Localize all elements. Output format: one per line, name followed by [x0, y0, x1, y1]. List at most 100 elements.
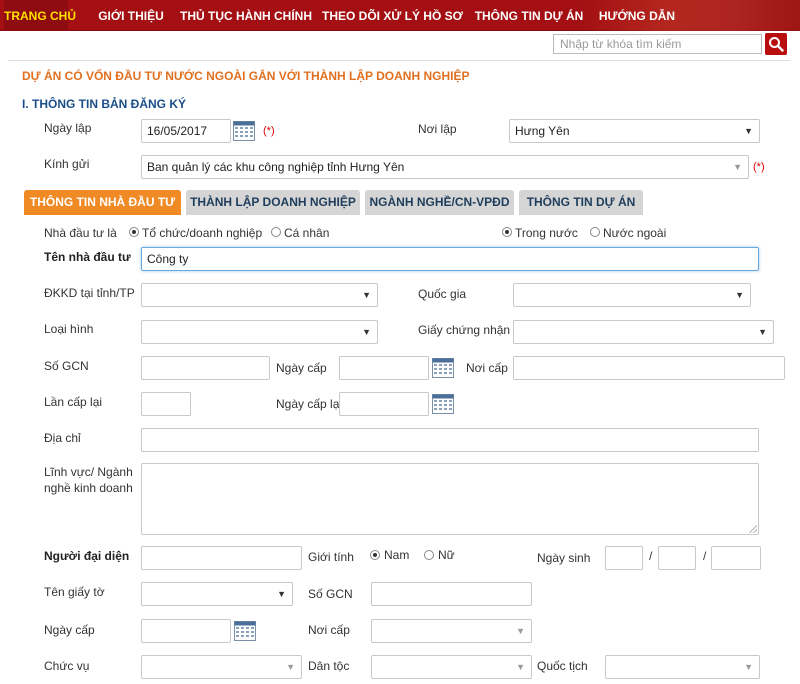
investor-name-input[interactable]: Công ty — [141, 247, 759, 271]
doc-no-input[interactable] — [371, 582, 532, 606]
business-field-textarea[interactable] — [141, 463, 759, 535]
search-input[interactable]: Nhập từ khóa tìm kiếm — [553, 34, 762, 54]
issue-place-input[interactable] — [513, 356, 785, 380]
province-select[interactable]: ▼ — [141, 283, 378, 307]
nav-item-tracking[interactable]: THEO DÕI XỬ LÝ HỒ SƠ — [322, 0, 463, 31]
radio-foreign-label: Nước ngoài — [603, 226, 667, 240]
representative-input[interactable] — [141, 546, 302, 570]
chevron-down-icon: ▼ — [733, 162, 742, 172]
reissue-date-input[interactable] — [339, 392, 429, 416]
section-title: I. THÔNG TIN BẢN ĐĂNG KÝ — [22, 97, 186, 111]
calendar-icon[interactable] — [432, 358, 454, 378]
business-field-label-line2: nghề kinh doanh — [44, 481, 133, 495]
radio-male[interactable] — [370, 550, 380, 560]
position-select[interactable]: ▼ — [141, 655, 302, 679]
dob-month-input[interactable] — [658, 546, 696, 570]
dob-label: Ngày sinh — [537, 551, 591, 565]
nav-item-projects[interactable]: THÔNG TIN DỰ ÁN — [474, 0, 584, 31]
nationality-select[interactable]: ▼ — [605, 655, 760, 679]
issue-date-label: Ngày cấp — [276, 361, 327, 375]
province-label: ĐKKD tại tỉnh/TP — [44, 286, 135, 300]
reissue-date-label: Ngày cấp lại — [276, 397, 343, 411]
investor-name-label: Tên nhà đầu tư — [44, 250, 131, 264]
recipient-label: Kính gửi — [44, 157, 90, 171]
radio-female[interactable] — [424, 550, 434, 560]
dob-year-input[interactable] — [711, 546, 761, 570]
business-field-label-line1: Lĩnh vực/ Ngành — [44, 465, 133, 479]
position-label: Chức vụ — [44, 659, 90, 673]
tab-company-establishment[interactable]: THÀNH LẬP DOANH NGHIỆP — [186, 190, 360, 215]
search-icon — [769, 37, 784, 52]
calendar-icon[interactable] — [432, 394, 454, 414]
nav-item-guide[interactable]: HƯỚNG DẪN — [596, 0, 678, 31]
business-type-label: Loại hình — [44, 322, 94, 336]
radio-organization-label: Tổ chức/doanh nghiệp — [142, 226, 263, 240]
country-select[interactable]: ▼ — [513, 283, 751, 307]
required-mark: (*) — [753, 161, 765, 173]
representative-label: Người đại diện — [44, 549, 130, 563]
rep-issue-date-label: Ngày cấp — [44, 623, 95, 637]
dob-day-input[interactable] — [605, 546, 643, 570]
chevron-down-icon: ▼ — [758, 327, 767, 337]
gender-label: Giới tính — [308, 550, 354, 564]
chevron-down-icon: ▼ — [362, 290, 371, 300]
certificate-label: Giấy chứng nhận — [418, 323, 511, 337]
place-select[interactable]: Hưng Yên ▼ — [509, 119, 760, 143]
tab-project-info[interactable]: THÔNG TIN DỰ ÁN — [519, 190, 643, 215]
nav-item-about[interactable]: GIỚI THIỆU — [88, 0, 174, 31]
radio-domestic[interactable] — [502, 227, 512, 237]
tab-investor-info[interactable]: THÔNG TIN NHÀ ĐẦU TƯ — [24, 190, 181, 215]
certificate-select[interactable]: ▼ — [513, 320, 774, 344]
radio-female-label: Nữ — [438, 548, 455, 562]
search-button[interactable] — [765, 33, 787, 55]
ethnicity-select[interactable]: ▼ — [371, 655, 532, 679]
recipient-value: Ban quản lý các khu công nghiệp tỉnh Hưn… — [147, 160, 405, 174]
chevron-down-icon: ▼ — [744, 662, 753, 672]
country-label: Quốc gia — [418, 287, 467, 301]
cert-no-input[interactable] — [141, 356, 270, 380]
top-nav: TRANG CHỦ GIỚI THIỆU THỦ TỤC HÀNH CHÍNH … — [0, 0, 800, 31]
reissue-label: Lần cấp lại — [44, 395, 103, 409]
tab-business-lines[interactable]: NGÀNH NGHỀ/CN-VPĐD — [365, 190, 514, 215]
ethnicity-label: Dân tộc — [308, 659, 350, 673]
date-label: Ngày lập — [44, 121, 92, 135]
resize-handle-icon[interactable] — [749, 525, 757, 533]
date-separator: / — [703, 549, 707, 563]
issue-date-input[interactable] — [339, 356, 429, 380]
calendar-icon[interactable] — [233, 121, 255, 141]
doc-no-label: Số GCN — [308, 587, 353, 601]
doc-name-label: Tên giấy tờ — [44, 585, 105, 599]
address-input[interactable] — [141, 428, 759, 452]
chevron-down-icon: ▼ — [277, 589, 286, 599]
nav-item-home[interactable]: TRANG CHỦ — [4, 0, 76, 31]
chevron-down-icon: ▼ — [286, 662, 295, 672]
recipient-select[interactable]: Ban quản lý các khu công nghiệp tỉnh Hưn… — [141, 155, 749, 179]
date-input[interactable]: 16/05/2017 — [141, 119, 231, 143]
radio-organization[interactable] — [129, 227, 139, 237]
rep-issue-date-input[interactable] — [141, 619, 231, 643]
chevron-down-icon: ▼ — [744, 126, 753, 136]
nav-item-procedures[interactable]: THỦ TỤC HÀNH CHÍNH — [180, 0, 312, 31]
chevron-down-icon: ▼ — [516, 662, 525, 672]
rep-issue-place-select[interactable]: ▼ — [371, 619, 532, 643]
place-label: Nơi lập — [418, 122, 457, 136]
business-type-select[interactable]: ▼ — [141, 320, 378, 344]
address-label: Địa chỉ — [44, 431, 81, 445]
issue-place-label: Nơi cấp — [466, 361, 508, 375]
place-value: Hưng Yên — [515, 124, 570, 138]
chevron-down-icon: ▼ — [735, 290, 744, 300]
doc-name-select[interactable]: ▼ — [141, 582, 293, 606]
reissue-input[interactable] — [141, 392, 191, 416]
radio-foreign[interactable] — [590, 227, 600, 237]
page-title: DỰ ÁN CÓ VỐN ĐẦU TƯ NƯỚC NGOÀI GẮN VỚI T… — [22, 69, 470, 83]
required-mark: (*) — [263, 125, 275, 137]
date-separator: / — [649, 549, 653, 563]
radio-individual[interactable] — [271, 227, 281, 237]
rep-issue-place-label: Nơi cấp — [308, 623, 350, 637]
nationality-label: Quốc tịch — [537, 659, 588, 673]
radio-individual-label: Cá nhân — [284, 226, 330, 240]
calendar-icon[interactable] — [234, 621, 256, 641]
radio-domestic-label: Trong nước — [515, 226, 578, 240]
chevron-down-icon: ▼ — [362, 327, 371, 337]
chevron-down-icon: ▼ — [516, 626, 525, 636]
